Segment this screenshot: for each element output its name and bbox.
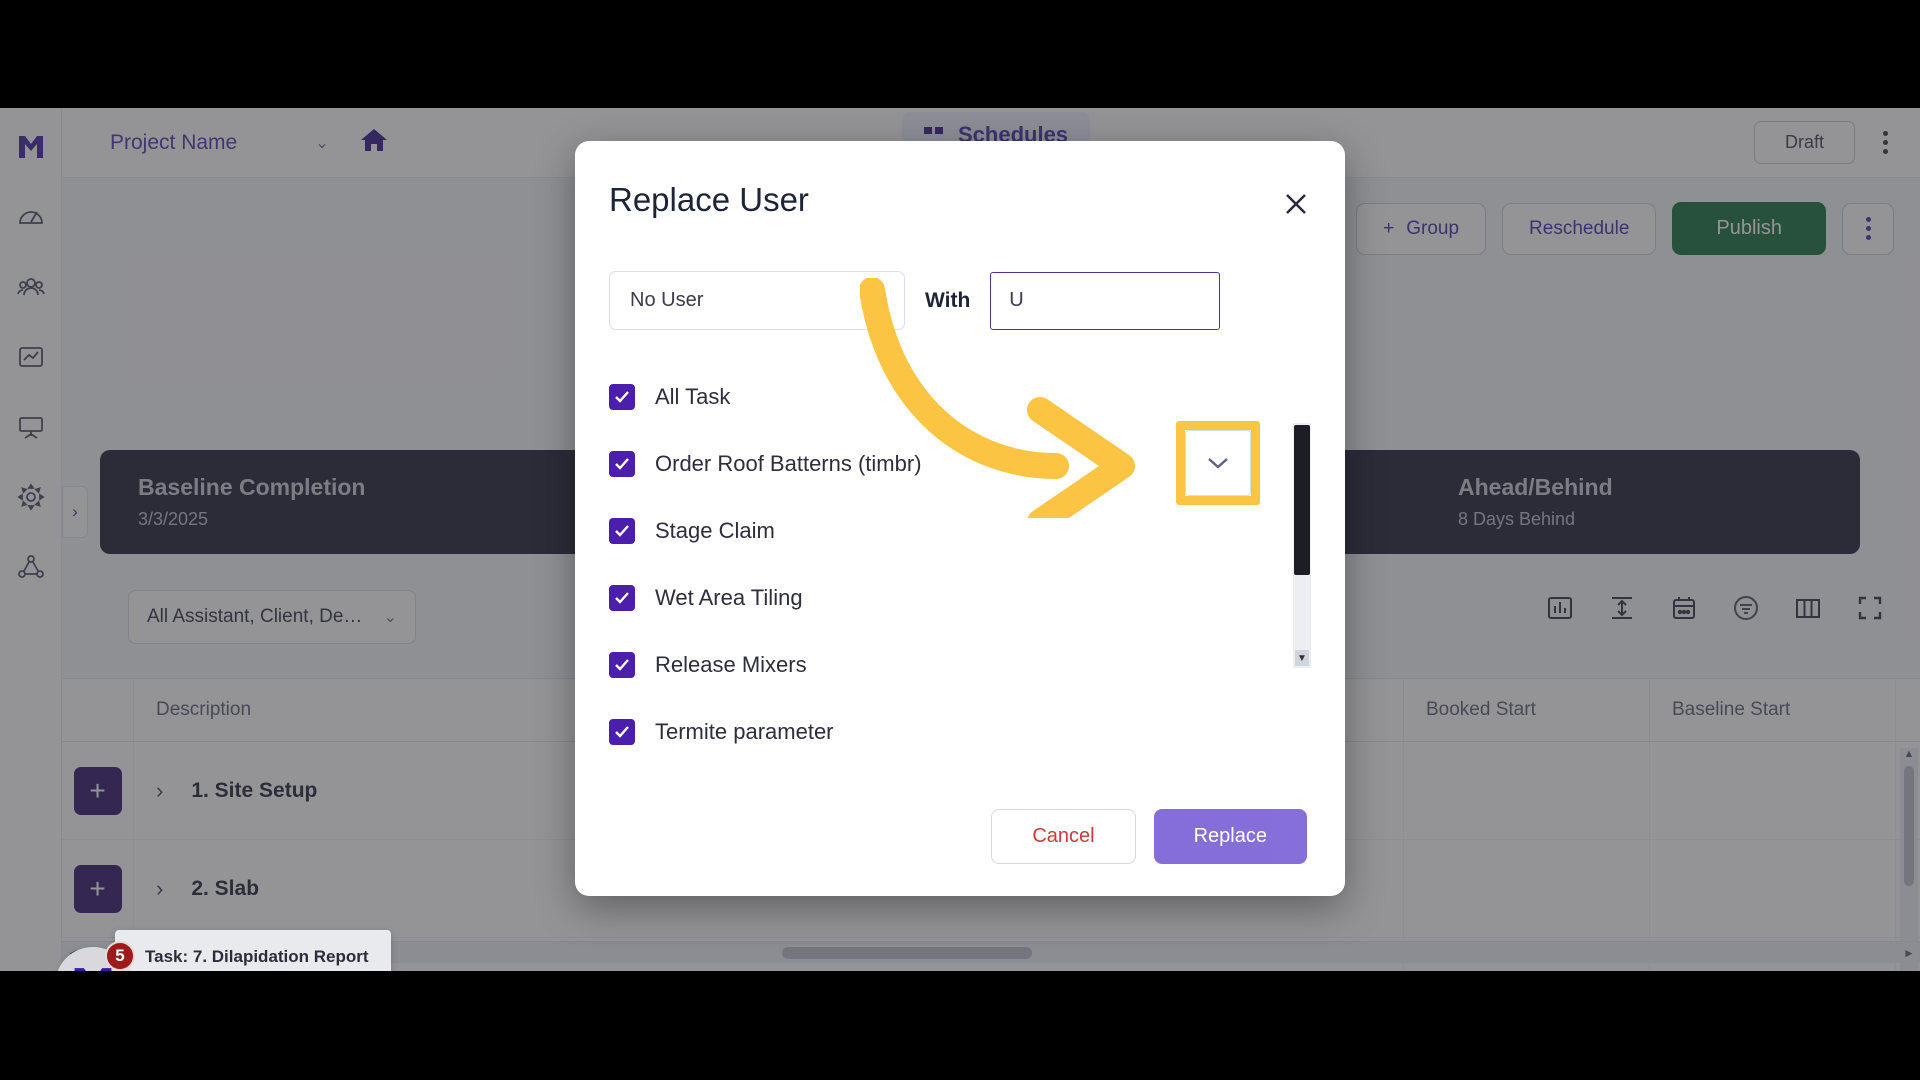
application-window: Project Name ⌄ Schedules Draft (0, 108, 1920, 971)
replace-button[interactable]: Replace (1153, 809, 1307, 864)
task-list-item[interactable]: Wet Area Tiling (609, 564, 1311, 631)
to-user-input[interactable]: U (990, 271, 1221, 330)
close-icon[interactable] (1281, 189, 1311, 219)
task-list-item[interactable]: Stage Claim (609, 497, 1311, 564)
task-label: All Task (655, 383, 731, 409)
task-list-item[interactable]: Release Mixers (609, 631, 1311, 698)
replace-controls-row: No User ⌄ With U (609, 271, 1221, 330)
modal-footer: Cancel Replace (575, 809, 1345, 864)
cancel-button[interactable]: Cancel (991, 809, 1136, 864)
task-list-scrollbar[interactable]: ▼ (1293, 423, 1311, 668)
task-list-item[interactable]: All Task (609, 363, 1311, 430)
checkbox-checked-icon[interactable] (609, 517, 635, 544)
task-label: Wet Area Tiling (655, 584, 803, 610)
with-label: With (925, 288, 971, 312)
to-user-value: U (1009, 289, 1024, 311)
checkbox-checked-icon[interactable] (609, 651, 635, 678)
checkbox-checked-icon[interactable] (609, 450, 635, 477)
from-user-select[interactable]: No User ⌄ (609, 271, 905, 330)
task-list-scroll-thumb[interactable] (1294, 425, 1310, 575)
checkbox-checked-icon[interactable] (609, 383, 635, 410)
task-list-item[interactable]: Site Toilet (609, 765, 1311, 783)
checkbox-checked-icon[interactable] (609, 584, 635, 611)
tooltip-task: Task: 7. Dilapidation Report (145, 947, 369, 966)
chevron-down-icon: ⌄ (870, 292, 884, 310)
checkbox-checked-icon[interactable] (609, 718, 635, 745)
from-user-value: No User (630, 289, 704, 311)
task-list-item[interactable]: Termite parameter (609, 698, 1311, 765)
screen-root: Project Name ⌄ Schedules Draft (0, 0, 1920, 1080)
modal-title: Replace User (609, 181, 809, 218)
to-user-dropdown-chevron-button[interactable] (1185, 430, 1251, 496)
task-tooltip: 5 Task: 7. Dilapidation Report Start Dat… (55, 930, 391, 971)
task-label: Release Mixers (655, 651, 807, 677)
notification-badge: 5 (105, 940, 135, 971)
task-label: Termite parameter (655, 718, 834, 744)
task-label: Order Roof Batterns (timbr) (655, 450, 922, 476)
avatar: 5 (55, 940, 135, 971)
replace-user-modal: Replace User No User ⌄ With U All Task O… (575, 141, 1345, 896)
scroll-down-arrow-icon[interactable]: ▼ (1295, 650, 1309, 666)
task-label: Stage Claim (655, 517, 775, 543)
tooltip-content: Task: 7. Dilapidation Report Start Date:… (115, 930, 391, 971)
